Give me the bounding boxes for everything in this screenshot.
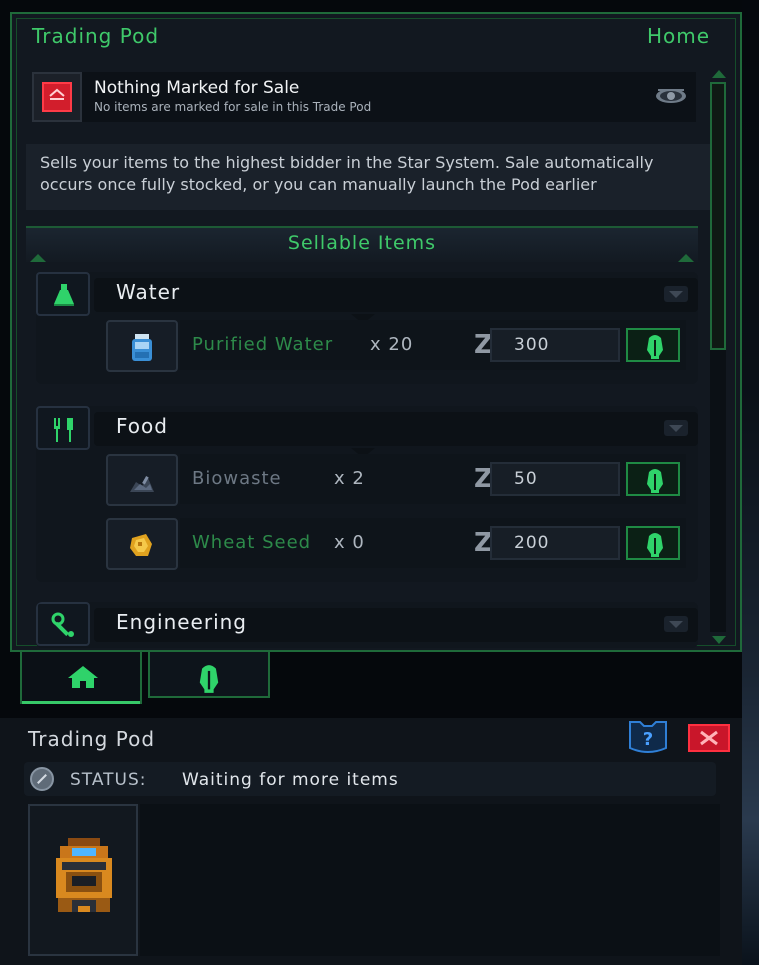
trading-pod-panel: Trading Pod Home Nothing Marked for Sale… bbox=[10, 12, 742, 652]
fork-knife-icon bbox=[36, 406, 90, 450]
category-header[interactable]: Food bbox=[36, 406, 698, 458]
scroll-down-arrow[interactable] bbox=[712, 636, 726, 644]
help-button[interactable]: ? bbox=[626, 718, 670, 754]
wheat-seed-icon[interactable] bbox=[106, 518, 178, 570]
close-icon bbox=[700, 730, 718, 746]
eye-icon[interactable] bbox=[654, 86, 688, 110]
bottom-title: Trading Pod bbox=[28, 727, 156, 751]
tab-bar bbox=[20, 652, 280, 704]
item-name: Purified Water bbox=[192, 334, 334, 355]
home-link[interactable]: Home bbox=[647, 24, 710, 48]
item-quantity: x 20 bbox=[370, 334, 414, 355]
category-food: Food Biowaste x 2 Z 50 Wheat Seed x 0 Z bbox=[36, 406, 698, 582]
status-icon bbox=[30, 767, 54, 791]
scroll-thumb[interactable] bbox=[710, 82, 726, 350]
helmet-icon bbox=[199, 665, 219, 693]
scroll-track[interactable] bbox=[710, 82, 726, 632]
price-field[interactable]: 50 bbox=[490, 462, 620, 496]
item-row-wheat-seed: Wheat Seed x 0 Z 200 bbox=[106, 518, 686, 570]
category-label: Food bbox=[116, 414, 168, 438]
item-quantity: x 2 bbox=[334, 468, 365, 489]
trading-pod-slot[interactable] bbox=[28, 804, 138, 956]
tab-home[interactable] bbox=[20, 652, 142, 704]
space-background bbox=[742, 0, 759, 965]
water-bottle-icon[interactable] bbox=[106, 320, 178, 372]
bottom-panel: Trading Pod ? STATUS: Waiting for more i… bbox=[0, 718, 742, 965]
panel-title: Trading Pod bbox=[32, 24, 160, 48]
item-row-purified-water: Purified Water x 20 Z 300 bbox=[106, 320, 686, 372]
help-icon: ? bbox=[629, 721, 667, 753]
flask-icon bbox=[36, 272, 90, 316]
item-name: Wheat Seed bbox=[192, 532, 312, 553]
scroll-up-arrow[interactable] bbox=[712, 70, 726, 78]
category-water: Water Purified Water x 20 Z 300 bbox=[36, 272, 698, 384]
biowaste-icon[interactable] bbox=[106, 454, 178, 506]
scrollbar[interactable] bbox=[708, 70, 730, 644]
trading-pod-icon bbox=[56, 838, 112, 912]
status-text: Waiting for more items bbox=[182, 770, 399, 790]
category-header[interactable]: Water bbox=[36, 272, 698, 324]
sale-status-title: Nothing Marked for Sale bbox=[94, 78, 300, 98]
sell-button[interactable] bbox=[626, 328, 680, 362]
sale-status-subtitle: No items are marked for sale in this Tra… bbox=[94, 100, 372, 114]
sell-button[interactable] bbox=[626, 462, 680, 496]
chevron-down-icon[interactable] bbox=[664, 616, 688, 632]
category-engineering: Engineering bbox=[36, 602, 698, 648]
section-title: Sellable Items bbox=[287, 232, 437, 254]
sale-status-box: Nothing Marked for Sale No items are mar… bbox=[32, 72, 696, 122]
category-label: Engineering bbox=[116, 610, 247, 634]
status-bar: STATUS: Waiting for more items bbox=[24, 762, 716, 796]
wrench-icon bbox=[36, 602, 90, 646]
section-header: Sellable Items bbox=[26, 226, 698, 262]
item-name: Biowaste bbox=[192, 468, 282, 489]
chevron-down-icon[interactable] bbox=[664, 420, 688, 436]
item-row-biowaste: Biowaste x 2 Z 50 bbox=[106, 454, 686, 506]
sale-icon bbox=[32, 72, 82, 122]
item-quantity: x 0 bbox=[334, 532, 365, 553]
price-field[interactable]: 200 bbox=[490, 526, 620, 560]
close-button[interactable] bbox=[688, 724, 730, 752]
tab-sell[interactable] bbox=[148, 652, 270, 698]
category-header[interactable]: Engineering bbox=[36, 602, 698, 646]
inventory-area[interactable] bbox=[140, 804, 720, 956]
description-text: Sells your items to the highest bidder i… bbox=[26, 144, 712, 210]
sell-button[interactable] bbox=[626, 526, 680, 560]
chevron-down-icon[interactable] bbox=[664, 286, 688, 302]
category-label: Water bbox=[116, 280, 181, 304]
status-label: STATUS: bbox=[70, 770, 147, 790]
price-field[interactable]: 300 bbox=[490, 328, 620, 362]
home-icon bbox=[68, 666, 98, 688]
svg-text:?: ? bbox=[643, 729, 653, 750]
